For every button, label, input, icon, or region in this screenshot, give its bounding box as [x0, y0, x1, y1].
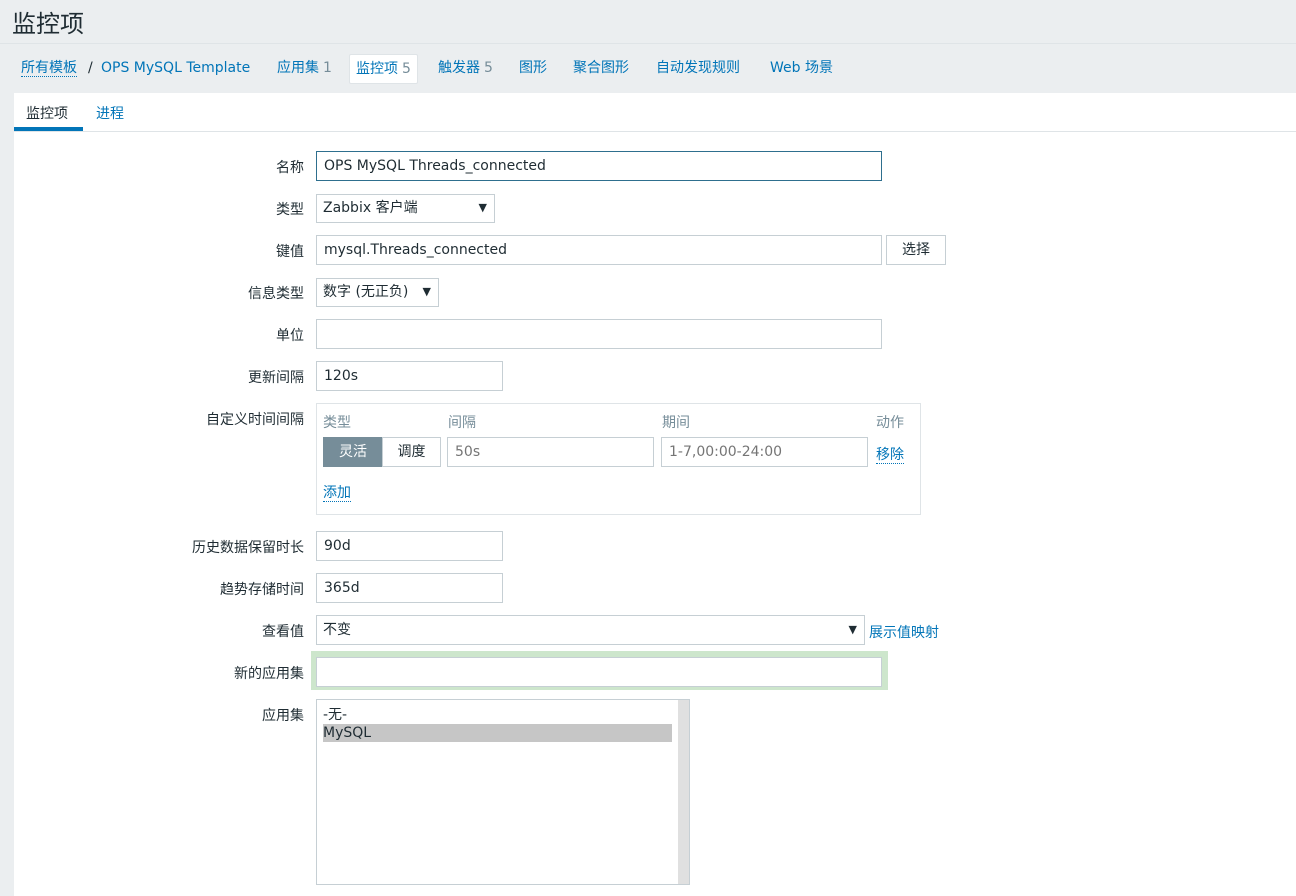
value-type-select[interactable]: 数字 (无正负) ▼: [316, 278, 439, 307]
header-period: 期间: [662, 415, 690, 431]
name-label: 名称: [276, 160, 304, 176]
breadcrumb-template[interactable]: OPS MySQL Template: [101, 54, 250, 82]
name-input[interactable]: [316, 151, 882, 181]
nav-graphs[interactable]: 图形: [519, 54, 547, 82]
update-interval-input[interactable]: [316, 361, 503, 391]
add-interval-link[interactable]: 添加: [323, 482, 351, 502]
interval-input[interactable]: [447, 437, 654, 467]
item-form-panel: 监控项 进程 名称 类型 Zabbix 客户端 ▼ 键值 选择 信息类型 数字 …: [14, 93, 1296, 896]
scheduling-toggle[interactable]: 调度: [382, 437, 441, 467]
nav-discovery-rules[interactable]: 自动发现规则: [656, 54, 740, 82]
title-divider: [0, 43, 1296, 44]
active-tab-indicator: [14, 127, 83, 131]
tab-preprocessing[interactable]: 进程: [96, 103, 124, 123]
chevron-down-icon: ▼: [478, 201, 487, 214]
header-interval: 间隔: [448, 415, 476, 431]
applications-listbox[interactable]: -无- MySQL: [316, 699, 690, 885]
new-application-label: 新的应用集: [234, 666, 304, 682]
trends-label: 趋势存储时间: [220, 582, 304, 598]
page-title: 监控项: [12, 10, 84, 38]
type-select[interactable]: Zabbix 客户端 ▼: [316, 194, 495, 223]
show-valuemap-link[interactable]: 展示值映射: [869, 622, 939, 642]
valuemap-select[interactable]: 不变 ▼: [316, 615, 865, 645]
tab-item[interactable]: 监控项: [26, 103, 68, 123]
nav-triggers[interactable]: 触发器 5: [438, 54, 493, 82]
chevron-down-icon: ▼: [848, 623, 857, 636]
period-input[interactable]: [661, 437, 868, 467]
breadcrumb-all-templates[interactable]: 所有模板: [21, 54, 77, 82]
list-item-selected[interactable]: MySQL: [323, 724, 672, 742]
key-select-button[interactable]: 选择: [886, 235, 946, 265]
key-input[interactable]: [316, 235, 882, 265]
nav-items-active[interactable]: 监控项 5: [349, 54, 418, 84]
units-input[interactable]: [316, 319, 882, 349]
history-label: 历史数据保留时长: [192, 540, 304, 556]
new-application-input[interactable]: [316, 657, 882, 687]
listbox-scrollbar[interactable]: [678, 700, 689, 884]
flexible-toggle[interactable]: 灵活: [323, 437, 383, 467]
header-type: 类型: [323, 415, 351, 431]
nav-web-scenarios[interactable]: Web 场景: [770, 54, 833, 82]
custom-intervals-label: 自定义时间间隔: [206, 412, 304, 428]
breadcrumb-nav: 所有模板 / OPS MySQL Template 应用集 1 监控项 5 触发器 5…: [0, 54, 1296, 86]
custom-intervals-table: 类型 间隔 期间 动作 灵活 调度 移除 添加: [316, 403, 921, 515]
type-label: 类型: [276, 202, 304, 218]
update-interval-label: 更新间隔: [248, 370, 304, 386]
chevron-down-icon: ▼: [422, 285, 431, 298]
history-input[interactable]: [316, 531, 503, 561]
breadcrumb-separator: /: [88, 60, 93, 76]
key-label: 键值: [276, 244, 304, 260]
trends-input[interactable]: [316, 573, 503, 603]
list-item[interactable]: -无-: [323, 706, 672, 724]
nav-screens[interactable]: 聚合图形: [573, 54, 629, 82]
applications-label: 应用集: [262, 708, 304, 724]
nav-applications[interactable]: 应用集 1: [277, 54, 332, 82]
units-label: 单位: [276, 328, 304, 344]
valuemap-label: 查看值: [262, 624, 304, 640]
remove-interval-link[interactable]: 移除: [876, 444, 904, 464]
header-action: 动作: [876, 415, 904, 431]
value-type-label: 信息类型: [248, 286, 304, 302]
form-tabs: 监控项 进程: [14, 93, 1296, 132]
